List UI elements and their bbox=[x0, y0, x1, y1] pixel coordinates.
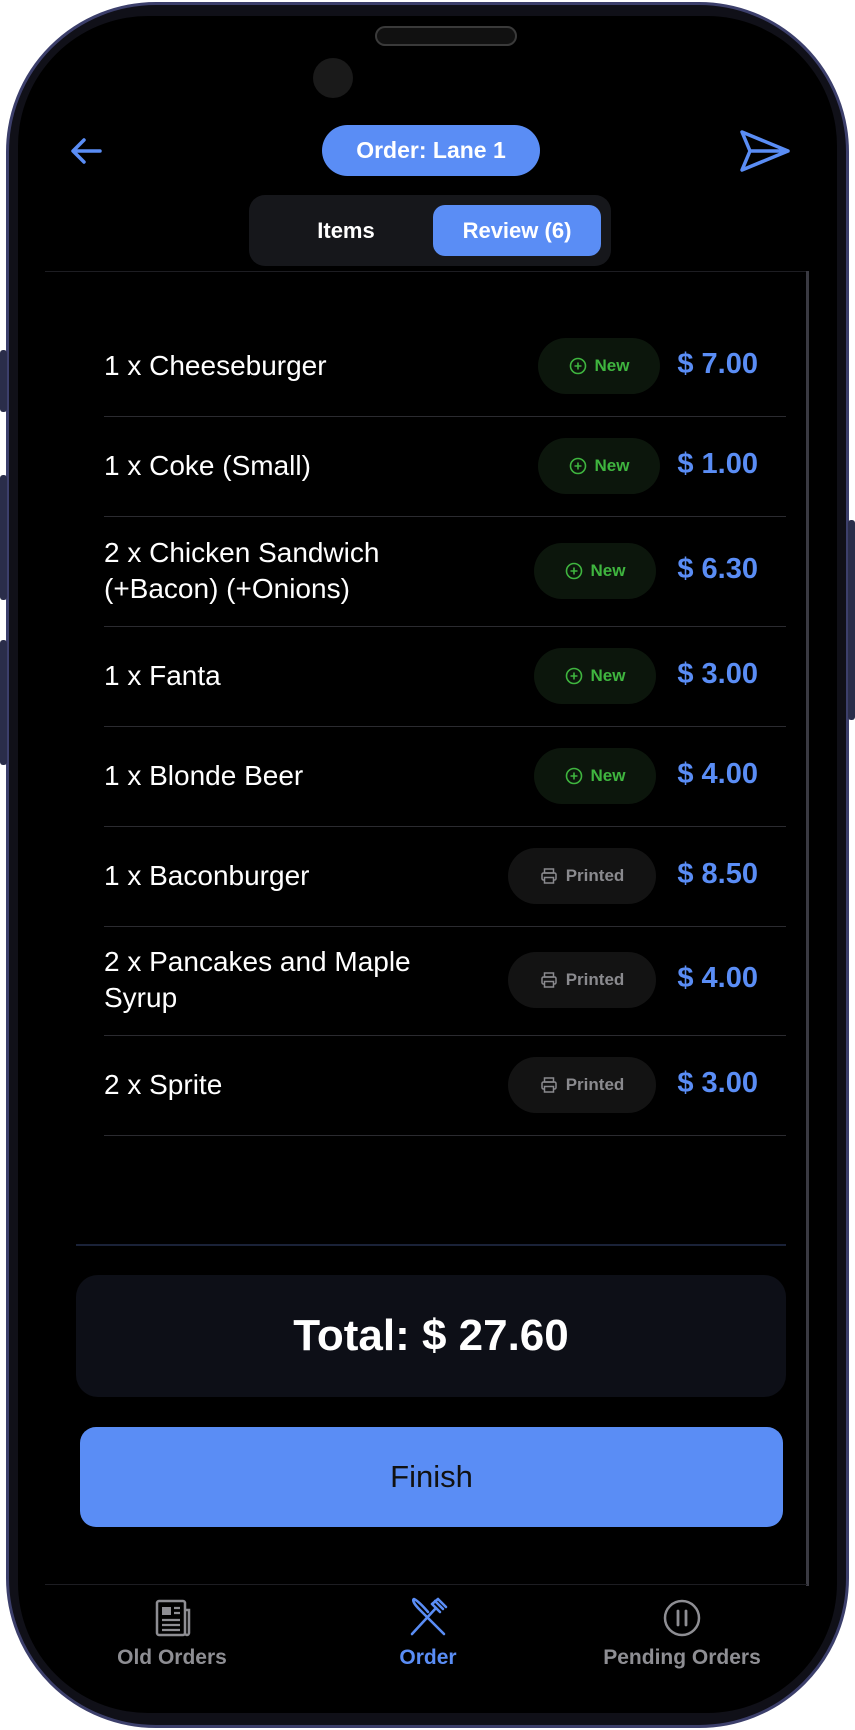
order-item-row[interactable]: 2 x Chicken Sandwich (+Bacon) (+Onions) … bbox=[104, 516, 786, 627]
printer-icon bbox=[540, 972, 557, 988]
order-total: Total: $ 27.60 bbox=[76, 1275, 786, 1397]
divider bbox=[45, 271, 807, 272]
pause-circle-icon bbox=[663, 1599, 701, 1637]
order-item-row[interactable]: 2 x Sprite Printed $ 3.00 bbox=[104, 1035, 786, 1136]
order-item-row[interactable]: 1 x Cheeseburger New $ 7.00 bbox=[104, 316, 786, 417]
item-price: $ 6.30 bbox=[677, 553, 758, 585]
plus-circle-icon bbox=[565, 562, 582, 580]
item-price: $ 3.00 bbox=[677, 658, 758, 690]
order-item-row[interactable]: 1 x Coke (Small) New $ 1.00 bbox=[104, 416, 786, 517]
status-badge-new: New bbox=[534, 543, 656, 599]
status-badge-new: New bbox=[538, 338, 660, 394]
status-label: New bbox=[594, 356, 630, 375]
item-price: $ 3.00 bbox=[677, 1067, 758, 1099]
status-badge-printed: Printed bbox=[508, 1057, 656, 1113]
divider bbox=[45, 1584, 807, 1585]
back-arrow-icon[interactable] bbox=[66, 131, 106, 171]
status-label: New bbox=[590, 561, 626, 580]
item-name: 2 x Chicken Sandwich (+Bacon) (+Onions) bbox=[104, 537, 380, 604]
item-name: 1 x Fanta bbox=[104, 660, 221, 691]
side-button bbox=[0, 350, 7, 412]
item-name: 2 x Sprite bbox=[104, 1069, 223, 1100]
status-label: Printed bbox=[565, 866, 625, 885]
item-price: $ 7.00 bbox=[677, 348, 758, 380]
send-icon[interactable] bbox=[738, 126, 792, 176]
finish-button[interactable]: Finish bbox=[80, 1427, 783, 1527]
fork-knife-icon bbox=[410, 1597, 448, 1636]
plus-circle-icon bbox=[565, 767, 582, 785]
scrollbar[interactable] bbox=[806, 271, 809, 1586]
plus-circle-icon bbox=[565, 667, 582, 685]
order-item-row[interactable]: 1 x Fanta New $ 3.00 bbox=[104, 626, 786, 727]
status-badge-printed: Printed bbox=[508, 848, 656, 904]
item-name: 2 x Pancakes and Maple Syrup bbox=[104, 946, 411, 1013]
printer-icon bbox=[540, 868, 557, 884]
plus-circle-icon bbox=[569, 457, 586, 475]
nav-label: Order bbox=[399, 1646, 457, 1669]
status-label: Printed bbox=[565, 1075, 625, 1094]
status-badge-new: New bbox=[534, 648, 656, 704]
status-label: New bbox=[594, 456, 630, 475]
item-name: 1 x Coke (Small) bbox=[104, 450, 311, 481]
side-button bbox=[0, 640, 7, 765]
nav-pending-orders[interactable]: Pending Orders bbox=[552, 1596, 812, 1670]
nav-label: Old Orders bbox=[117, 1646, 227, 1669]
side-button bbox=[0, 475, 7, 600]
item-price: $ 4.00 bbox=[677, 962, 758, 994]
side-button bbox=[848, 520, 855, 720]
nav-order[interactable]: Order bbox=[298, 1596, 558, 1670]
nav-label: Pending Orders bbox=[603, 1646, 761, 1669]
item-price: $ 8.50 bbox=[677, 858, 758, 890]
divider bbox=[76, 1244, 786, 1246]
status-badge-printed: Printed bbox=[508, 952, 656, 1008]
order-item-row[interactable]: 1 x Baconburger Printed $ 8.50 bbox=[104, 826, 786, 927]
tab-review[interactable]: Review (6) bbox=[433, 205, 601, 256]
screen: Order: Lane 1 Items Review (6) 1 x Chees… bbox=[18, 16, 837, 1713]
printer-icon bbox=[540, 1077, 557, 1093]
front-camera bbox=[313, 58, 353, 98]
order-item-row[interactable]: 2 x Pancakes and Maple Syrup Printed $ 4… bbox=[104, 926, 786, 1036]
status-label: Printed bbox=[565, 970, 625, 989]
nav-old-orders[interactable]: Old Orders bbox=[42, 1596, 302, 1670]
status-label: New bbox=[590, 666, 626, 685]
newspaper-icon bbox=[155, 1599, 191, 1637]
order-item-row[interactable]: 1 x Blonde Beer New $ 4.00 bbox=[104, 726, 786, 827]
item-name: 1 x Blonde Beer bbox=[104, 760, 304, 791]
status-label: New bbox=[590, 766, 626, 785]
plus-circle-icon bbox=[569, 357, 586, 375]
order-title-pill[interactable]: Order: Lane 1 bbox=[322, 125, 540, 176]
tab-items[interactable]: Items bbox=[263, 205, 429, 256]
item-name: 1 x Cheeseburger bbox=[104, 350, 327, 381]
item-price: $ 4.00 bbox=[677, 758, 758, 790]
status-badge-new: New bbox=[538, 438, 660, 494]
item-name: 1 x Baconburger bbox=[104, 860, 310, 891]
speaker bbox=[375, 26, 517, 46]
status-badge-new: New bbox=[534, 748, 656, 804]
segmented-control: Items Review (6) bbox=[249, 195, 611, 266]
item-price: $ 1.00 bbox=[677, 448, 758, 480]
